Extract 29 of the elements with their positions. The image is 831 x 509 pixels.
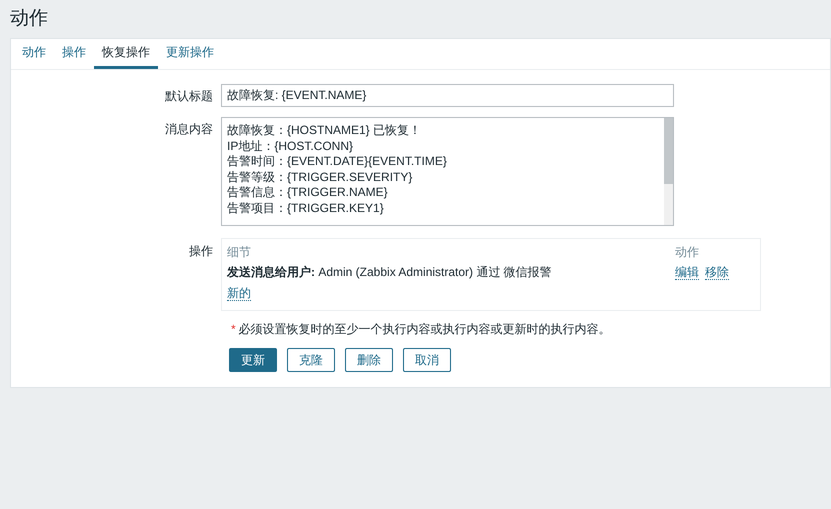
tab[interactable]: 操作 [54, 38, 94, 69]
field-label: 默认标题 [164, 88, 214, 104]
subject-input[interactable]: 故障恢复: {EVENT.NAME} [221, 84, 674, 107]
message-line: 告警信息：{TRIGGER.NAME} [227, 185, 389, 200]
tab[interactable]: 更新操作 [158, 38, 222, 69]
scrollbar[interactable] [664, 118, 673, 225]
action-link[interactable]: 移除 [705, 264, 729, 280]
form-button[interactable]: 克隆 [287, 348, 335, 372]
note-text: 必须设置恢复时的至少一个执行内容或执行内容或更新时的执行内容。 [238, 321, 611, 338]
message-textarea[interactable]: 故障恢复：{HOSTNAME1} 已恢复！ IP地址：{HOST.CONN} 告警时间：{EVENT.DATE}{EVENT.TIME} 告警等级：{TRIGGER.SEVERITY} 告警信息：{TRIGGER.NAME} 告警项目：{TRIGGER.KEY1} [221, 117, 674, 226]
column-header: 细节 [227, 244, 252, 261]
new-link[interactable]: 新的 [227, 286, 251, 300]
form-button[interactable]: 更新 [229, 348, 277, 372]
message-line: 告警项目：{TRIGGER.KEY1} [227, 200, 385, 216]
message-line: IP地址：{HOST.CONN} [227, 138, 354, 154]
tab[interactable]: 动作 [14, 38, 54, 69]
form-button[interactable]: 删除 [345, 348, 393, 372]
column-header: 动作 [675, 244, 699, 261]
form-button[interactable]: 取消 [403, 348, 451, 372]
message-line: 故障恢复：{HOSTNAME1} 已恢复！ [227, 123, 422, 138]
required-mark: * [231, 321, 236, 338]
message-line: 告警等级：{TRIGGER.SEVERITY} [227, 170, 414, 185]
action-link[interactable]: 编辑 [675, 264, 699, 280]
message-line: 告警时间：{EVENT.DATE}{EVENT.TIME} [227, 154, 448, 170]
operation-detail: 发送消息给用户: Admin (Zabbix Administrator) 通过 微信报警 [227, 264, 553, 281]
field-label: 操作 [188, 243, 214, 260]
tab[interactable]: 恢复操作 [94, 38, 158, 69]
page-title: 动作 [9, 7, 49, 31]
field-label: 消息内容 [164, 121, 214, 138]
